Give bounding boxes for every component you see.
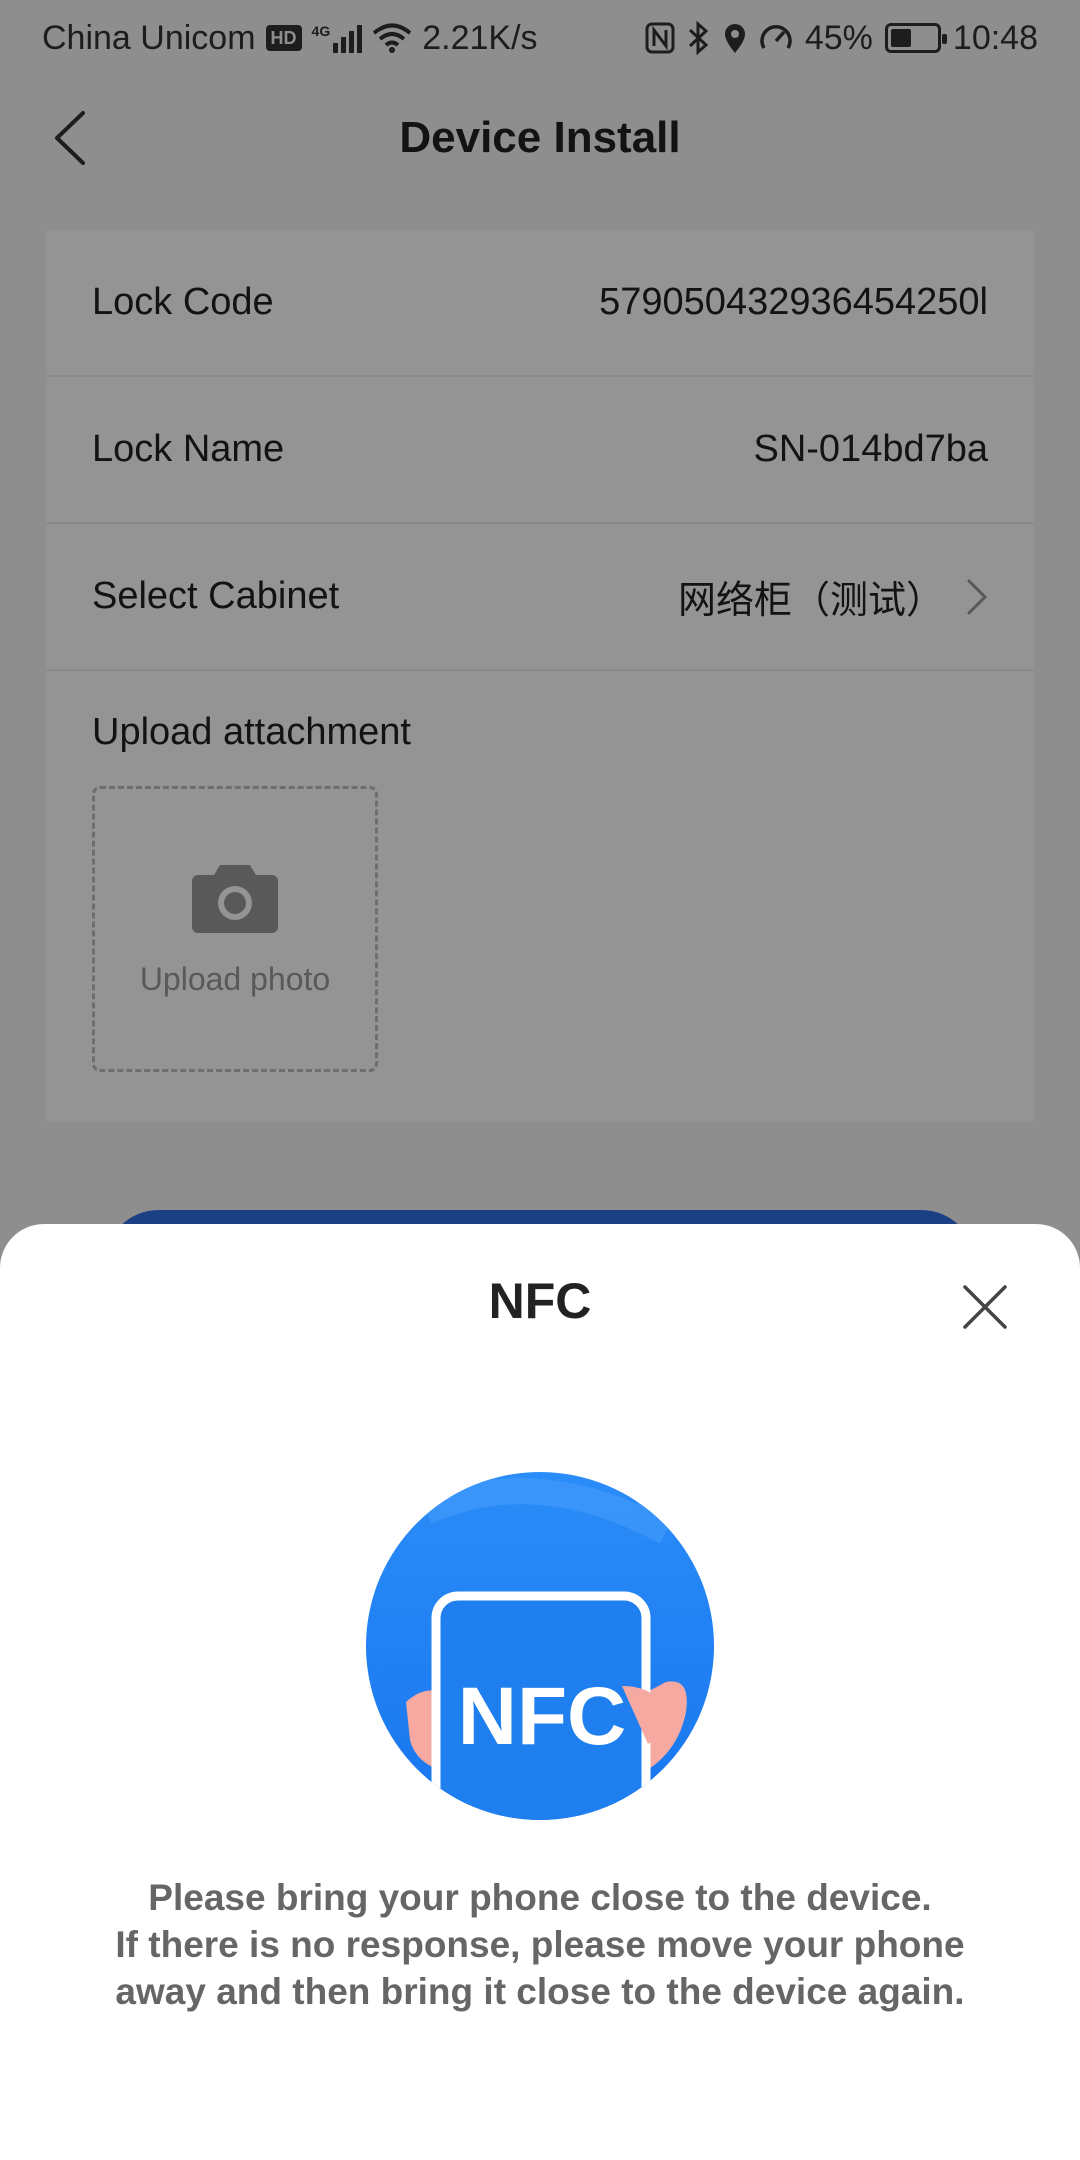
- nfc-bottom-sheet: NFC NFC Please bring your phone close to…: [0, 1224, 1080, 2160]
- nfc-illustration-text: NFC: [458, 1671, 627, 1762]
- nfc-sheet-title: NFC: [488, 1273, 592, 1329]
- close-icon: [963, 1285, 1007, 1329]
- nfc-instruction-line: away and then bring it close to the devi…: [115, 1971, 965, 2012]
- nfc-phone-illustration: NFC: [366, 1472, 714, 1820]
- nfc-instruction-text: Please bring your phone close to the dev…: [40, 1874, 1040, 2015]
- close-button[interactable]: [950, 1272, 1020, 1342]
- nfc-instruction-line: Please bring your phone close to the dev…: [148, 1877, 932, 1918]
- nfc-instruction-line: If there is no response, please move you…: [115, 1924, 965, 1965]
